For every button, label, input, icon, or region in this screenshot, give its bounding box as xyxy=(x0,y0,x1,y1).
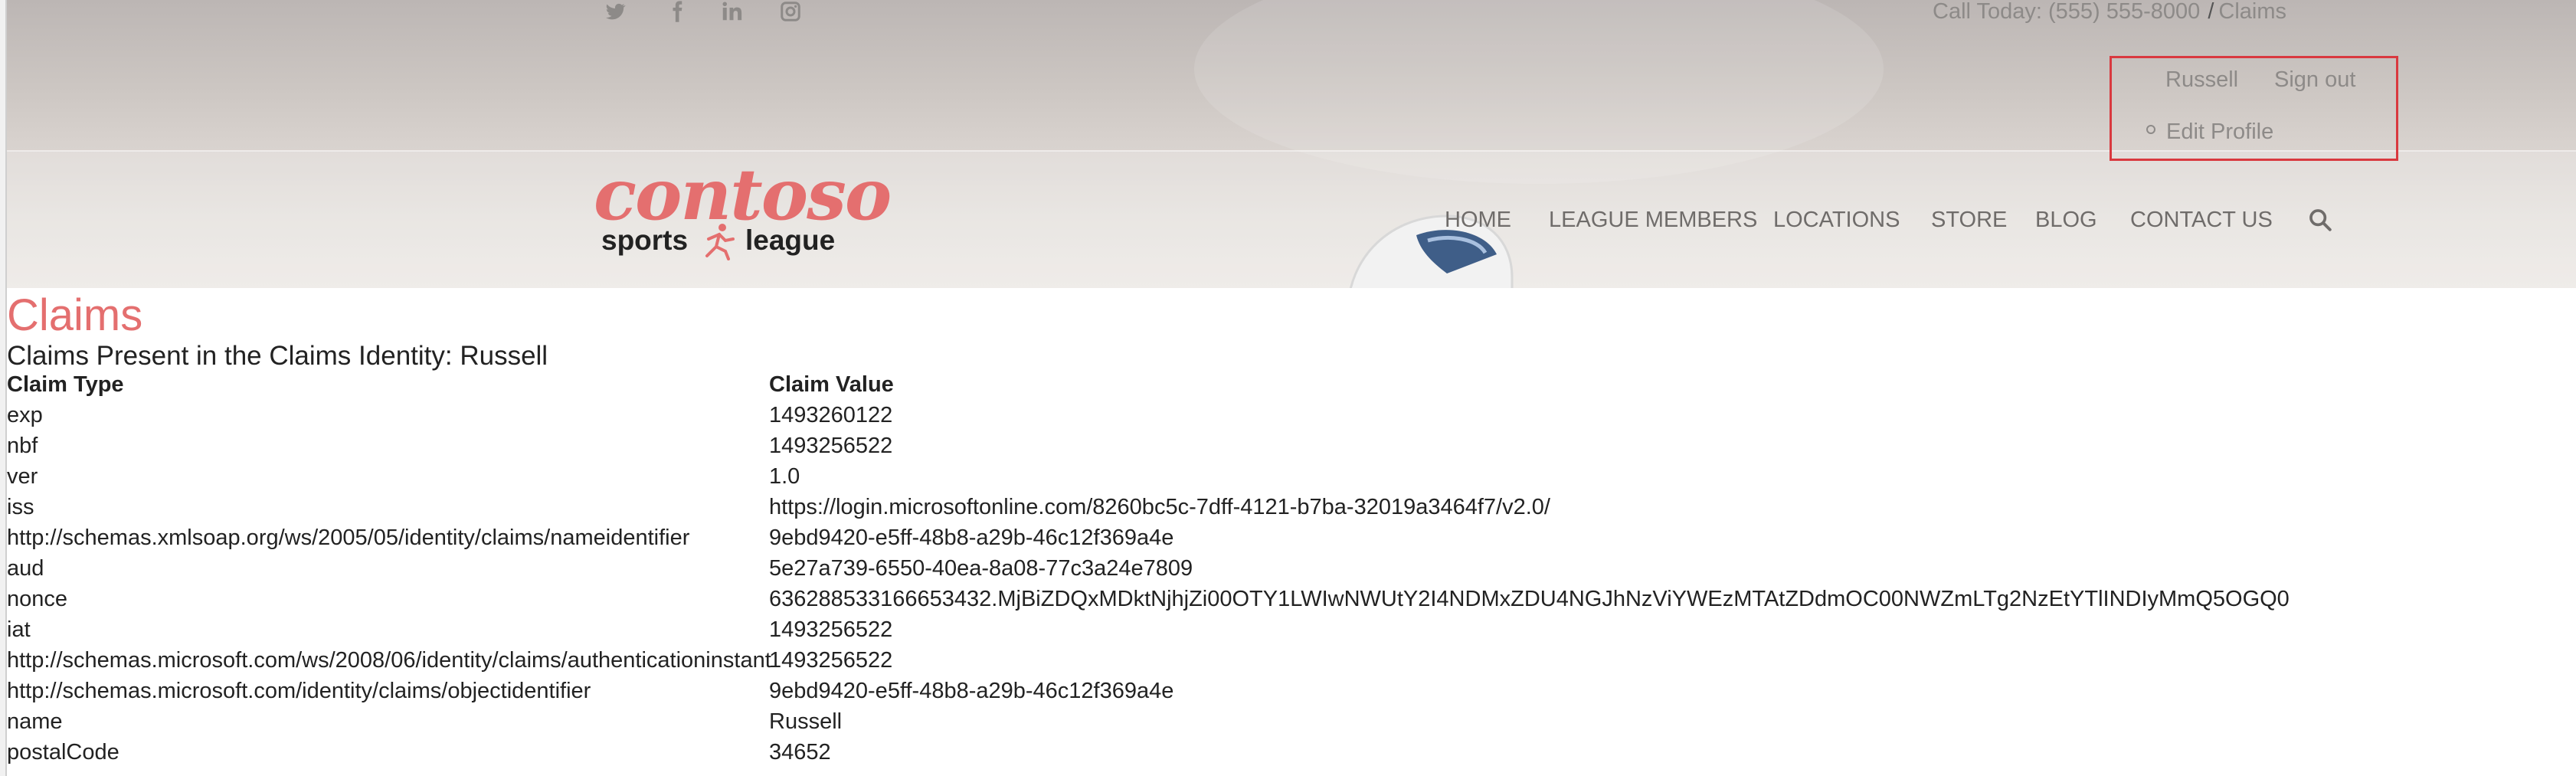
claim-type-cell: name xyxy=(7,709,63,734)
claim-type-cell: http://schemas.microsoft.com/ws/2008/06/… xyxy=(7,648,771,673)
claim-type-cell: nonce xyxy=(7,587,68,611)
claim-type-cell: http://schemas.microsoft.com/identity/cl… xyxy=(7,679,591,703)
logo-wordmark: contoso xyxy=(594,153,892,236)
bullet-icon xyxy=(2146,125,2155,134)
table-row: iss https://login.microsoftonline.com/82… xyxy=(0,492,2576,522)
claim-type-cell: postalCode xyxy=(7,740,119,765)
claim-value-cell: 1493256522 xyxy=(769,648,893,673)
claim-value-cell: 34652 xyxy=(769,740,831,765)
table-row: http://schemas.microsoft.com/ws/2008/06/… xyxy=(0,645,2576,676)
twitter-icon[interactable] xyxy=(600,0,630,23)
claim-value-cell: 1493260122 xyxy=(769,403,893,427)
claim-type-cell: exp xyxy=(7,403,43,427)
user-menu-highlight: Russell Sign out Edit Profile xyxy=(2110,56,2398,161)
logo-right-word: league xyxy=(745,224,836,256)
claim-type-cell: nbf xyxy=(7,434,38,458)
nav-item-contact-us[interactable]: CONTACT US xyxy=(2130,205,2273,234)
runner-icon xyxy=(705,224,735,260)
column-header-claim-type: Claim Type xyxy=(7,372,124,397)
linkedin-icon[interactable] xyxy=(716,0,747,23)
nav-item-blog[interactable]: BLOG xyxy=(2035,205,2097,234)
nav-item-league-members[interactable]: LEAGUE MEMBERS xyxy=(1549,205,1757,234)
claim-value-cell: 636288533166653432.MjBiZDQxMDktNjhjZi00O… xyxy=(769,587,2290,611)
site-header: Call Today: (555) 555-8000 /Claims Russel… xyxy=(7,0,2576,288)
claim-type-cell: ver xyxy=(7,464,38,489)
nav-item-locations[interactable]: LOCATIONS xyxy=(1773,205,1900,234)
table-row: exp 1493260122 xyxy=(0,400,2576,431)
column-header-claim-value: Claim Value xyxy=(769,372,894,397)
claim-value-cell: 9ebd9420-e5ff-48b8-a29b-46c12f369a4e xyxy=(769,679,1174,703)
claim-type-cell: iss xyxy=(7,495,34,519)
breadcrumb-separator: / xyxy=(2208,0,2214,24)
claim-value-cell: https://login.microsoftonline.com/8260bc… xyxy=(769,495,1550,519)
table-row: http://schemas.xmlsoap.org/ws/2005/05/id… xyxy=(0,522,2576,553)
claim-value-cell: 5e27a739-6550-40ea-8a08-77c3a24e7809 xyxy=(769,556,1193,581)
claim-type-cell: iat xyxy=(7,617,31,642)
claim-value-cell: Russell xyxy=(769,709,843,734)
table-row: name Russell xyxy=(0,706,2576,737)
claim-value-cell: 1493256522 xyxy=(769,434,893,458)
claim-value-cell: 1.0 xyxy=(769,464,800,489)
claim-value-cell: 9ebd9420-e5ff-48b8-a29b-46c12f369a4e xyxy=(769,526,1174,550)
instagram-icon[interactable] xyxy=(775,0,806,23)
claims-subtitle: Claims Present in the Claims Identity: R… xyxy=(7,341,548,371)
table-row: nbf 1493256522 xyxy=(0,431,2576,461)
call-today-line: Call Today: (555) 555-8000 /Claims xyxy=(1933,0,2286,26)
edit-profile-link[interactable]: Edit Profile xyxy=(2166,120,2273,145)
table-row: iat 1493256522 xyxy=(0,614,2576,645)
nav-item-home[interactable]: HOME xyxy=(1445,205,1511,234)
sign-out-link[interactable]: Sign out xyxy=(2274,67,2355,93)
table-row: ver 1.0 xyxy=(0,461,2576,492)
table-row: postalCode 34652 xyxy=(0,737,2576,768)
site-logo[interactable]: contoso sports league xyxy=(594,156,892,264)
username-link[interactable]: Russell xyxy=(2165,67,2238,93)
page-title: Claims xyxy=(7,290,143,340)
call-today-text: Call Today: (555) 555-8000 xyxy=(1933,0,2201,24)
claim-value-cell: 1493256522 xyxy=(769,617,893,642)
logo-left-word: sports xyxy=(601,224,689,256)
table-row: nonce 636288533166653432.MjBiZDQxMDktNjh… xyxy=(0,584,2576,614)
table-row: aud 5e27a739-6550-40ea-8a08-77c3a24e7809 xyxy=(0,553,2576,584)
nav-item-store[interactable]: STORE xyxy=(1931,205,2007,234)
claim-type-cell: http://schemas.xmlsoap.org/ws/2005/05/id… xyxy=(7,526,690,550)
search-icon[interactable] xyxy=(2307,207,2333,233)
claim-type-cell: aud xyxy=(7,556,44,581)
facebook-icon[interactable] xyxy=(662,0,692,23)
table-row: http://schemas.microsoft.com/identity/cl… xyxy=(0,676,2576,706)
breadcrumb-current: Claims xyxy=(2218,0,2286,24)
